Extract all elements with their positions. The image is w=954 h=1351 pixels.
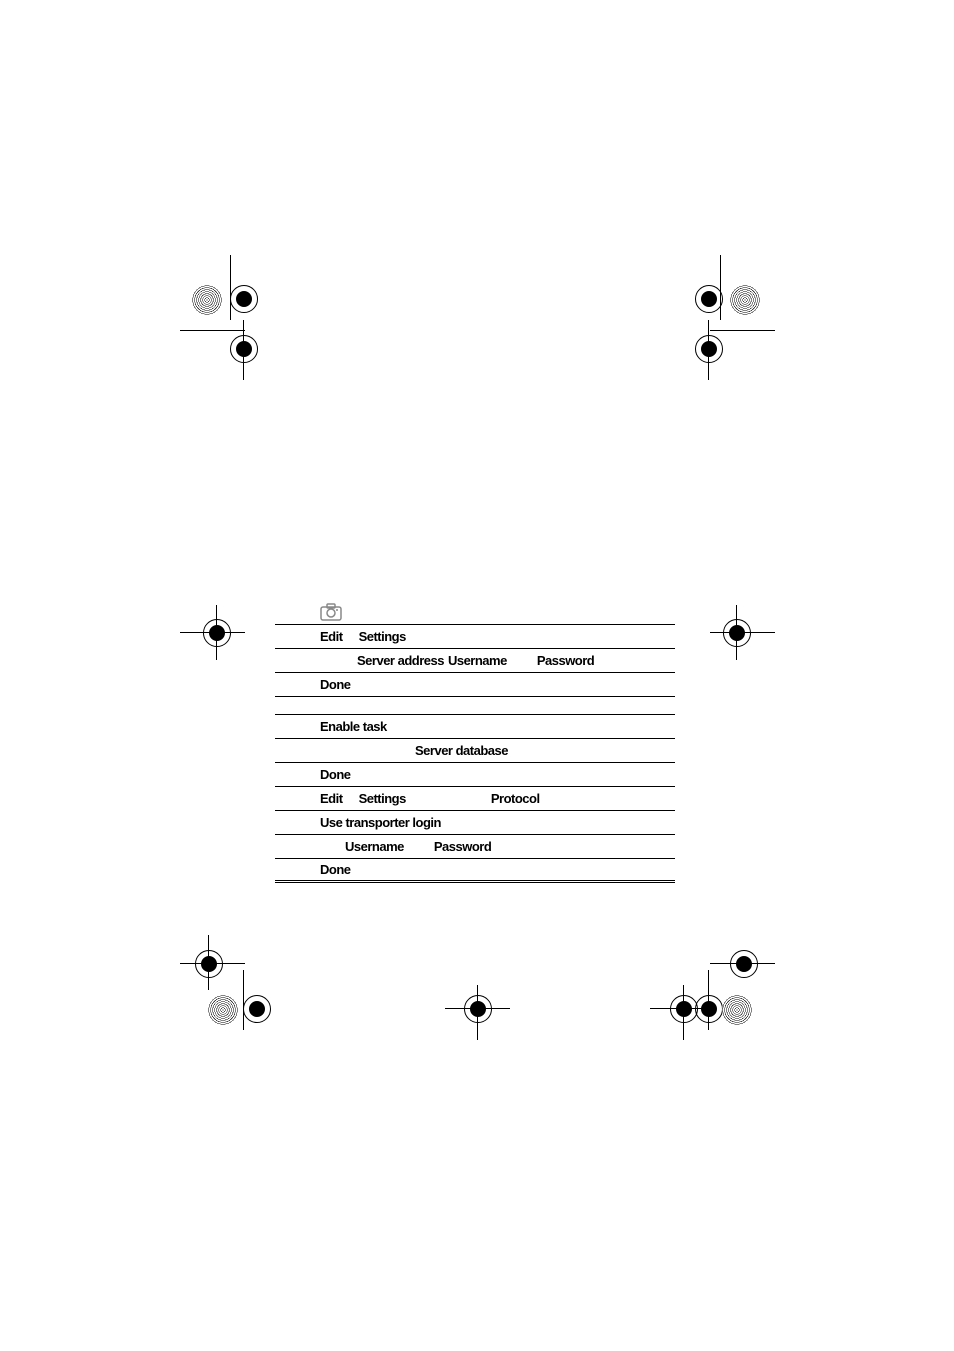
enable-task-label: Enable task (320, 719, 387, 734)
settings-label-2: Settings (359, 791, 406, 806)
server-address-label: Server address (357, 653, 444, 668)
server-database-label: Server database (415, 743, 508, 758)
empty-row (275, 697, 675, 715)
username-label: Username (448, 653, 507, 668)
server-credentials-row: Server address Username Password (275, 649, 675, 673)
edit-label: Edit (320, 629, 343, 644)
edit-settings-row: Edit Settings (275, 625, 675, 649)
document-content: Edit Settings Server address Username Pa… (275, 600, 675, 883)
username-label-2: Username (345, 839, 404, 854)
icon-row (275, 600, 675, 625)
protocol-label: Protocol (491, 791, 540, 806)
enable-task-row: Enable task (275, 715, 675, 739)
settings-label: Settings (359, 629, 406, 644)
done-row-3: Done (275, 859, 675, 883)
done-row: Done (275, 673, 675, 697)
username-password-row: Username Password (275, 835, 675, 859)
password-label-2: Password (434, 839, 491, 854)
transporter-login-row: Use transporter login (275, 811, 675, 835)
use-transporter-login-label: Use transporter login (320, 815, 441, 830)
camera-icon (320, 603, 342, 621)
done-label-2: Done (320, 767, 351, 782)
done-label: Done (320, 677, 351, 692)
done-row-2: Done (275, 763, 675, 787)
password-label: Password (537, 653, 594, 668)
done-label-3: Done (320, 862, 351, 877)
edit-label-2: Edit (320, 791, 343, 806)
edit-settings-protocol-row: Edit Settings Protocol (275, 787, 675, 811)
server-database-row: Server database (275, 739, 675, 763)
